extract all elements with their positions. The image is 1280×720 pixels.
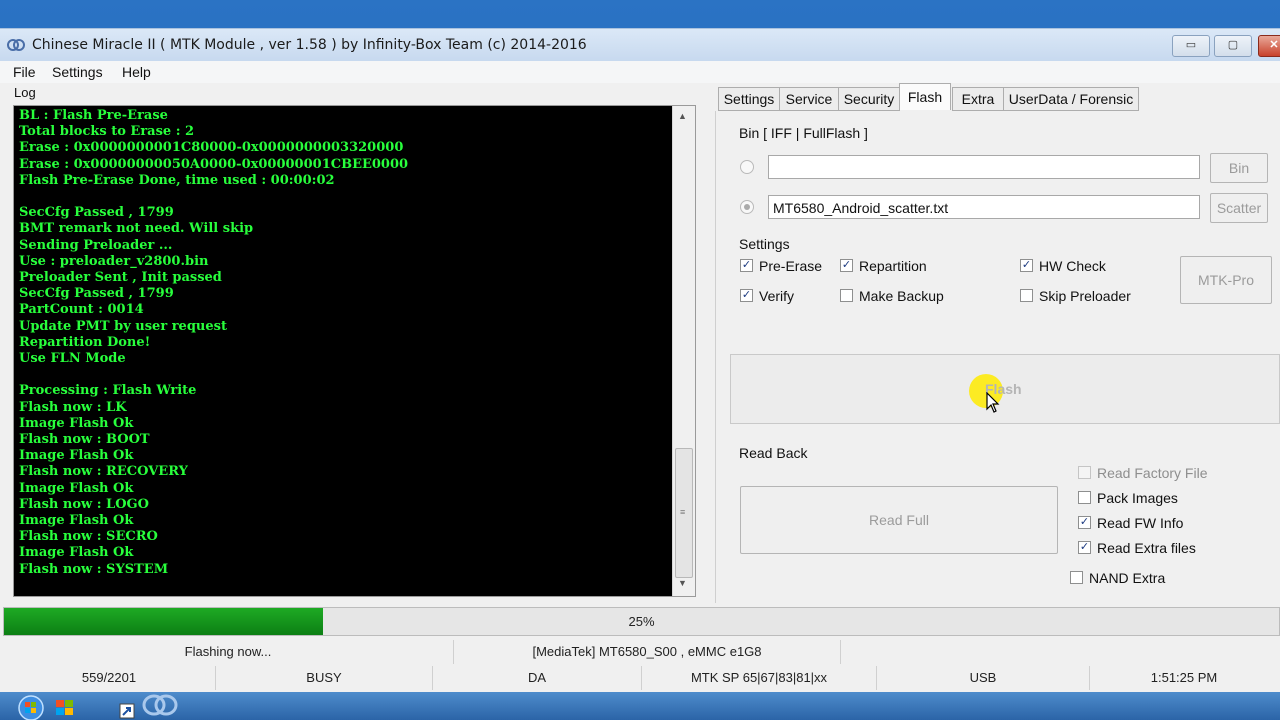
- status-count: 559/2201: [3, 666, 216, 690]
- make-backup-checkbox[interactable]: [840, 289, 853, 302]
- start-orb-icon[interactable]: [16, 694, 46, 720]
- scatter-radio[interactable]: [740, 200, 754, 214]
- read-back-group-title: Read Back: [739, 445, 808, 461]
- tab-userdata-forensic[interactable]: UserData / Forensic: [1003, 87, 1139, 111]
- bin-path-field[interactable]: [768, 155, 1200, 179]
- tab-settings[interactable]: Settings: [718, 87, 780, 111]
- repartition-label: Repartition: [859, 258, 927, 274]
- status-state: BUSY: [216, 666, 433, 690]
- log-scrollbar[interactable]: ▲ ≡ ▼: [672, 106, 695, 596]
- hw-check-label: HW Check: [1039, 258, 1106, 274]
- read-extra-files-label: Read Extra files: [1097, 540, 1196, 556]
- minimize-icon: ▭: [1185, 39, 1197, 51]
- app-logo-icon: [7, 39, 25, 51]
- repartition-checkbox[interactable]: ✓: [840, 259, 853, 272]
- mouse-cursor-icon: [986, 392, 1000, 413]
- bin-button[interactable]: Bin: [1210, 153, 1268, 183]
- read-factory-file-label: Read Factory File: [1097, 465, 1208, 481]
- taskbar: [0, 692, 1280, 720]
- log-label: Log: [14, 85, 36, 100]
- status-device: [MediaTek] MT6580_S00 , eMMC e1G8: [454, 640, 841, 664]
- windows-logo-icon[interactable]: [50, 694, 80, 720]
- bin-radio[interactable]: [740, 160, 754, 174]
- verify-checkbox[interactable]: ✓: [740, 289, 753, 302]
- window-title: Chinese Miracle II ( MTK Module , ver 1.…: [32, 37, 587, 53]
- pack-images-checkbox[interactable]: [1078, 491, 1091, 504]
- tab-security[interactable]: Security: [838, 87, 900, 111]
- read-factory-file-checkbox[interactable]: [1078, 466, 1091, 479]
- minimize-button[interactable]: ▭: [1172, 35, 1210, 57]
- scatter-path-field[interactable]: MT6580_Android_scatter.txt: [768, 195, 1200, 219]
- tab-extra[interactable]: Extra: [952, 87, 1004, 111]
- app-taskbar-icon[interactable]: [140, 694, 180, 720]
- status-bar-top: Flashing now... [MediaTek] MT6580_S00 , …: [0, 640, 1280, 664]
- settings-group-title: Settings: [739, 236, 790, 252]
- app-window: Chinese Miracle II ( MTK Module , ver 1.…: [0, 28, 1280, 693]
- nand-extra-label: NAND Extra: [1089, 570, 1166, 586]
- scatter-button[interactable]: Scatter: [1210, 193, 1268, 223]
- skip-preloader-label: Skip Preloader: [1039, 288, 1131, 304]
- scroll-down-icon[interactable]: ▼: [678, 578, 687, 588]
- verify-label: Verify: [759, 288, 795, 304]
- read-fw-info-label: Read FW Info: [1097, 515, 1184, 531]
- nand-extra-checkbox[interactable]: [1070, 571, 1083, 584]
- grip-icon: ≡: [680, 507, 686, 517]
- close-button[interactable]: ✕: [1258, 35, 1280, 57]
- bin-group-title: Bin [ IFF | FullFlash ]: [739, 125, 868, 141]
- read-full-button[interactable]: Read Full: [740, 486, 1058, 554]
- status-mode: DA: [433, 666, 642, 690]
- status-sp: MTK SP 65|67|83|81|xx: [642, 666, 877, 690]
- read-extra-files-checkbox[interactable]: ✓: [1078, 541, 1091, 554]
- mtk-pro-button[interactable]: MTK-Pro: [1180, 256, 1272, 304]
- pre-erase-label: Pre-Erase: [759, 258, 823, 274]
- hw-check-checkbox[interactable]: ✓: [1020, 259, 1033, 272]
- tab-flash[interactable]: Flash: [899, 83, 951, 110]
- menu-help[interactable]: Help: [122, 64, 151, 80]
- scroll-thumb[interactable]: ≡: [675, 448, 693, 578]
- status-bar-bottom: 559/2201 BUSY DA MTK SP 65|67|83|81|xx U…: [0, 666, 1280, 690]
- status-message: Flashing now...: [3, 640, 454, 664]
- status-time: 1:51:25 PM: [1150, 670, 1218, 685]
- maximize-button[interactable]: ▢: [1214, 35, 1252, 57]
- status-port: USB: [877, 666, 1090, 690]
- progress-text: 25%: [628, 614, 655, 629]
- title-bar[interactable]: Chinese Miracle II ( MTK Module , ver 1.…: [0, 29, 1280, 61]
- log-text: BL : Flash Pre-Erase Total blocks to Era…: [19, 108, 409, 577]
- make-backup-label: Make Backup: [859, 288, 944, 304]
- menu-file[interactable]: File: [13, 64, 36, 80]
- flash-button[interactable]: Flash: [730, 354, 1280, 424]
- read-fw-info-checkbox[interactable]: ✓: [1078, 516, 1091, 529]
- log-panel[interactable]: BL : Flash Pre-Erase Total blocks to Era…: [13, 105, 696, 597]
- pack-images-label: Pack Images: [1097, 490, 1178, 506]
- pre-erase-checkbox[interactable]: ✓: [740, 259, 753, 272]
- close-icon: ✕: [1269, 39, 1279, 51]
- menu-settings[interactable]: Settings: [52, 64, 103, 80]
- scroll-up-icon[interactable]: ▲: [678, 111, 687, 121]
- skip-preloader-checkbox[interactable]: [1020, 289, 1033, 302]
- maximize-icon: ▢: [1227, 39, 1239, 51]
- progress-bar: 25%: [3, 607, 1280, 636]
- menu-bar: File Settings Help: [0, 61, 1280, 83]
- tab-service[interactable]: Service: [779, 87, 839, 111]
